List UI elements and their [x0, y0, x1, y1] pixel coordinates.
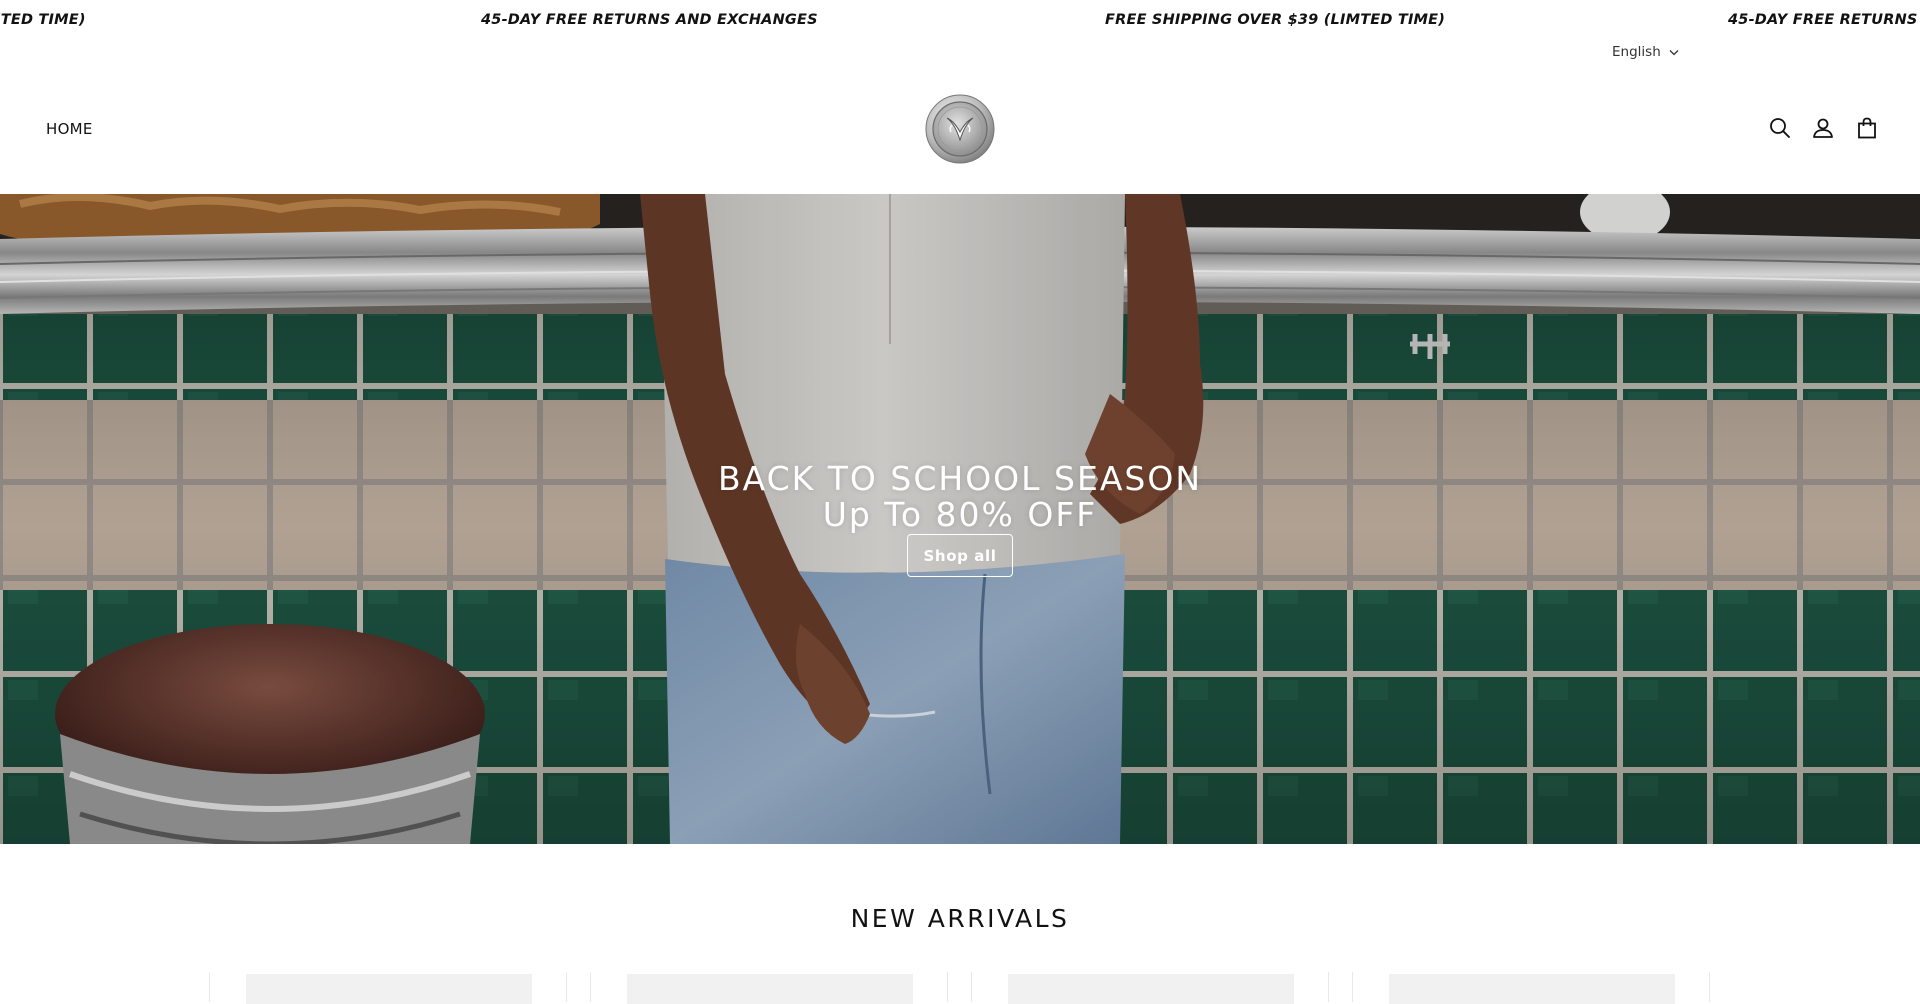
product-image[interactable]: [627, 974, 913, 1004]
product-image[interactable]: [246, 974, 532, 1004]
language-label: English: [1612, 44, 1661, 60]
cart-icon[interactable]: [1855, 116, 1879, 140]
chevron-down-icon: [1669, 49, 1679, 55]
product-image[interactable]: [1389, 974, 1675, 1004]
product-card[interactable]: [1352, 972, 1710, 1004]
search-icon[interactable]: [1768, 116, 1792, 140]
brand-logo[interactable]: [925, 94, 995, 164]
hero-heading: BACK TO SCHOOL SEASON: [717, 459, 1203, 498]
hero-subheading: Up To 80% OFF: [822, 495, 1098, 534]
announcement-message: 45-DAY FREE RETURNS A: [1728, 12, 1920, 28]
hero-banner: BACK TO SCHOOL SEASON Up To 80% OFF Shop…: [0, 194, 1920, 844]
announcement-message: FREE SHIPPING OVER $39 (LIMTED TIME): [1105, 12, 1446, 28]
shop-all-button[interactable]: Shop all: [907, 534, 1013, 577]
brand-logo-icon: [925, 94, 995, 164]
announcement-message: VER $39 (LIMTED TIME): [0, 12, 86, 28]
account-icon[interactable]: [1811, 116, 1835, 140]
language-selector[interactable]: English: [1612, 44, 1679, 60]
section-title: NEW ARRIVALS: [850, 904, 1070, 933]
product-card[interactable]: [971, 972, 1329, 1004]
announcement-message: 45-DAY FREE RETURNS AND EXCHANGES: [481, 12, 818, 28]
announcement-bar: VER $39 (LIMTED TIME) 45-DAY FREE RETURN…: [0, 0, 1920, 42]
product-card[interactable]: [590, 972, 948, 1004]
site-header: HOME: [0, 80, 1920, 194]
nav-link-home[interactable]: HOME: [46, 120, 93, 138]
product-image[interactable]: [1008, 974, 1294, 1004]
product-card[interactable]: [209, 972, 567, 1004]
